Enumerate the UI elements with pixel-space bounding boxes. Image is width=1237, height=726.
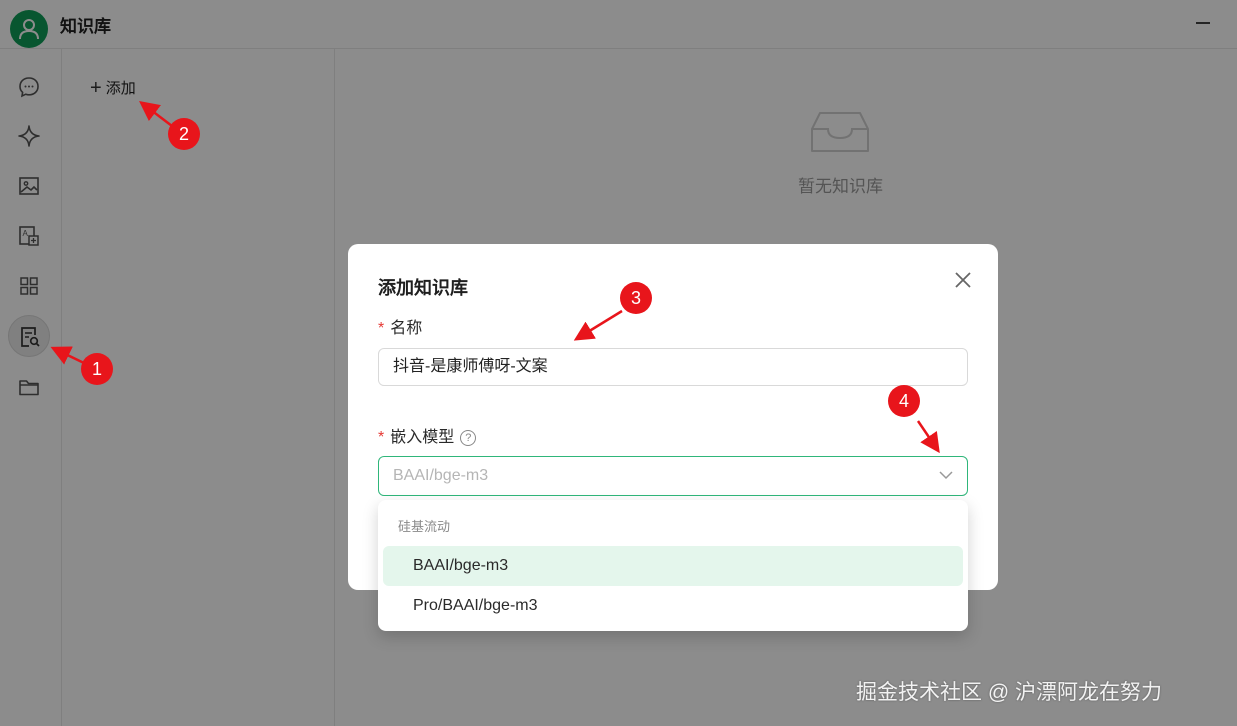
- annotation-badge: 1: [81, 353, 113, 385]
- watermark: 掘金技术社区 @ 沪漂阿龙在努力: [856, 681, 1162, 704]
- annotation-arrow: [916, 420, 940, 454]
- annotation-badge: 4: [888, 385, 920, 417]
- annotation-badge: 2: [168, 118, 200, 150]
- annotation-badge: 3: [620, 282, 652, 314]
- annotation-arrow: [573, 309, 623, 341]
- annotation-arrows: [50, 100, 940, 454]
- app-window: 知识库 A + 添加 暂无知识库 添加知识库 * 名称 抖音-是康师傅呀-文案 …: [0, 0, 1237, 726]
- annotation-arrow: [139, 100, 173, 127]
